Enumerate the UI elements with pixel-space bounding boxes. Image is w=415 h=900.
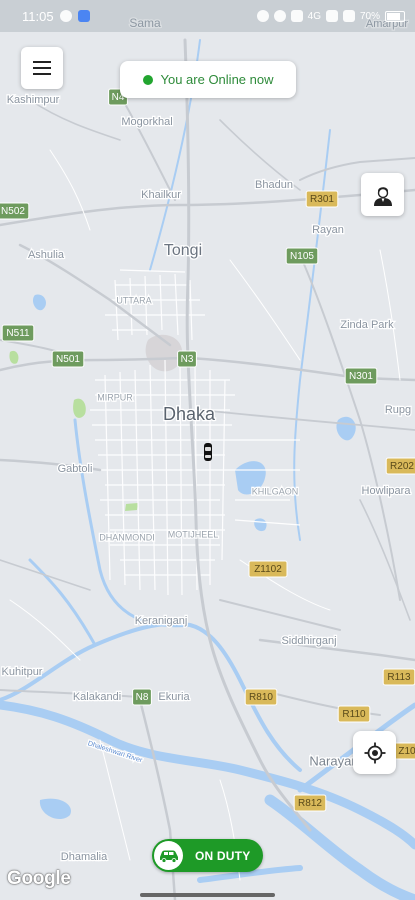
- map-place-label: Kashimpur: [7, 94, 60, 106]
- app-notification-icon: [77, 10, 90, 22]
- road-shield-label: N3: [181, 354, 194, 365]
- map-place-label: Kalakandi: [73, 691, 121, 703]
- road-shield: N8: [132, 688, 152, 706]
- road-shield: N511: [1, 324, 35, 342]
- road-shield: Z10: [393, 742, 415, 760]
- profile-button[interactable]: [361, 173, 404, 216]
- road-shield: R812: [293, 794, 327, 812]
- road-shield-label: R113: [387, 672, 411, 683]
- road-shield: N301: [344, 367, 378, 385]
- road-shield: R301: [305, 190, 339, 208]
- map-place-label: Dhamalia: [61, 851, 108, 863]
- online-indicator-dot: [142, 74, 153, 85]
- google-attribution: Google: [7, 868, 71, 889]
- car-icon: [159, 850, 178, 863]
- signal-icon: [342, 10, 355, 22]
- wifi-icon: [325, 10, 338, 22]
- road-shield-label: R110: [342, 709, 366, 720]
- road-shield-label: N8: [136, 692, 149, 703]
- map-place-label: Mogorkhal: [121, 116, 172, 128]
- road-shield-label: R202: [390, 461, 414, 472]
- road-shield: R110: [337, 705, 371, 723]
- map-place-label: DHANMONDI: [99, 532, 155, 542]
- online-status-pill: You are Online now: [120, 61, 296, 98]
- location-status-icon: [273, 10, 286, 22]
- road-shield-label: R301: [310, 194, 334, 205]
- road-shield: N502: [0, 202, 30, 220]
- car-marker-icon[interactable]: [204, 443, 212, 461]
- road-shield: R810: [244, 688, 278, 706]
- map-place-label: Bhadun: [255, 179, 293, 191]
- battery-percent: 70%: [359, 10, 380, 22]
- map-place-label: Gabtoli: [58, 463, 93, 475]
- map-place-label: MIRPUR: [97, 392, 133, 402]
- road-shield-label: R810: [249, 692, 273, 703]
- road-shield-label: N301: [349, 371, 373, 382]
- map-place-label: Zinda Park: [340, 319, 394, 331]
- road-shield-label: Z1102: [254, 564, 282, 575]
- home-indicator[interactable]: [140, 893, 275, 897]
- vibrate-icon: [290, 10, 303, 22]
- road-shield: Z1102: [248, 560, 288, 578]
- map-place-label: Ekuria: [158, 691, 190, 703]
- map-place-label: UTTARA: [116, 295, 151, 305]
- road-shield-label: N501: [56, 354, 80, 365]
- status-bar: 11:05 4G 70%: [0, 0, 415, 32]
- map-place-label: Ashulia: [28, 249, 65, 261]
- network-type: 4G: [307, 10, 321, 22]
- duty-car-badge: [154, 841, 183, 870]
- my-location-button[interactable]: [353, 731, 396, 774]
- road-shield: R202: [385, 457, 415, 475]
- road-shield: N105: [285, 247, 319, 265]
- messenger-icon: [59, 10, 72, 22]
- map-place-label: Howlipara: [362, 485, 412, 497]
- road-shield: N501: [51, 350, 85, 368]
- map-place-label: Siddhirganj: [281, 635, 336, 647]
- map-place-label: Dhaka: [163, 404, 216, 424]
- map-place-label: Rayan: [312, 224, 344, 236]
- on-duty-toggle[interactable]: ON DUTY: [152, 839, 263, 872]
- road-shield-label: N502: [1, 206, 25, 217]
- map-place-label: Keraniganj: [135, 615, 188, 627]
- menu-button[interactable]: [21, 47, 63, 89]
- map-place-label: KHILGAON: [252, 486, 299, 496]
- menu-icon: [33, 61, 51, 75]
- road-shield-label: N511: [6, 328, 30, 339]
- battery-icon: [385, 10, 405, 22]
- map-place-label: Rupg: [385, 404, 411, 416]
- map-place-label: Khailkur: [141, 189, 181, 201]
- alarm-icon: [256, 10, 269, 22]
- driver-avatar-icon: [373, 186, 392, 206]
- road-shield: R113: [382, 668, 415, 686]
- on-duty-label: ON DUTY: [195, 848, 251, 863]
- road-shield-label: N105: [290, 251, 314, 262]
- map-place-label: Narayan: [309, 753, 358, 768]
- status-time: 11:05: [22, 8, 54, 24]
- road-shield-label: Z10: [398, 746, 415, 757]
- map-place-label: Kuhitpur: [2, 666, 43, 678]
- my-location-icon: [364, 742, 385, 763]
- road-shield-label: R812: [298, 798, 322, 809]
- online-status-text: You are Online now: [160, 72, 274, 87]
- map-place-label: Tongi: [164, 242, 202, 259]
- map-place-label: MOTIJHEEL: [168, 529, 219, 539]
- road-shield: N3: [177, 350, 197, 368]
